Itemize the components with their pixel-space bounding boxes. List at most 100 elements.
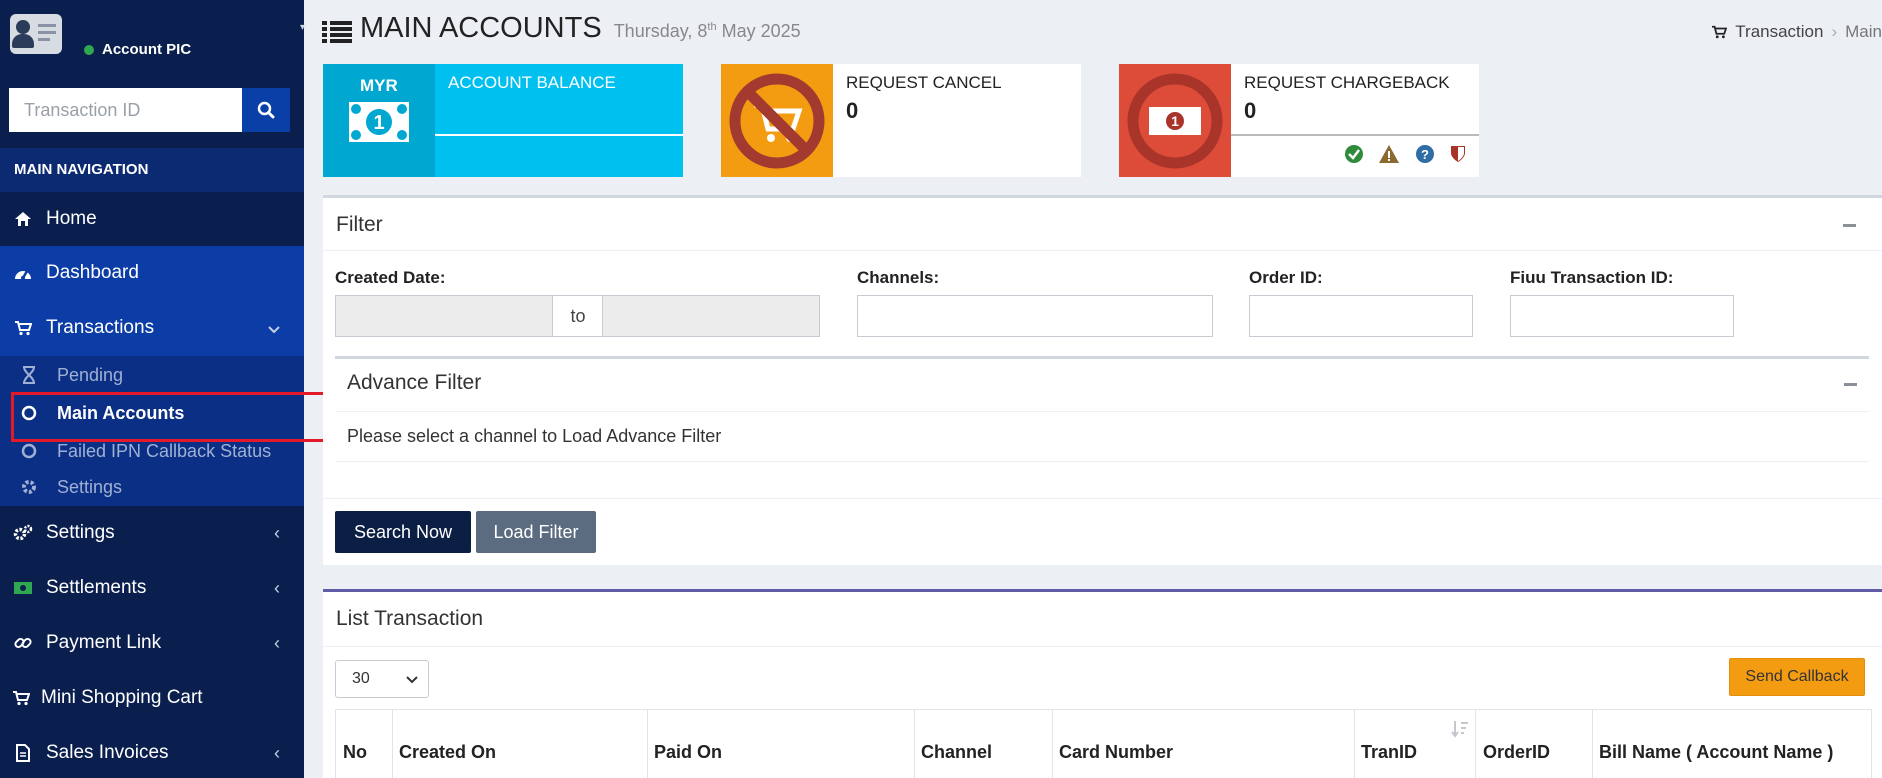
caret-icon[interactable]: ▾ — [300, 22, 305, 33]
submenu-item-pending[interactable]: Pending — [0, 356, 304, 394]
request-chargeback-count: 0 — [1244, 98, 1257, 123]
cart-icon — [12, 691, 30, 706]
created-date-from-input[interactable] — [335, 295, 553, 337]
account-balance-label: ACCOUNT BALANCE — [448, 73, 616, 92]
breadcrumb-transaction[interactable]: Transaction — [1735, 22, 1823, 42]
user-name: Account PIC — [102, 41, 192, 58]
column-header-channel[interactable]: Channel — [921, 742, 992, 763]
currency-label: MYR — [360, 76, 398, 95]
advance-filter-message: Please select a channel to Load Advance … — [347, 426, 722, 446]
sidebar-item-label: Dashboard — [46, 262, 139, 283]
banknote-icon: 1 — [349, 102, 409, 142]
account-balance-box: MYR 1 ACCOUNT BALANCE — [323, 64, 683, 177]
home-icon — [15, 212, 31, 226]
sidebar-item-label: Transactions — [46, 317, 155, 338]
order-id-input[interactable] — [1249, 295, 1473, 337]
sidebar-search — [9, 88, 290, 132]
submenu-item-label: Pending — [57, 364, 124, 385]
advance-filter-box: Advance Filter Please select a channel t… — [335, 356, 1869, 462]
sort-desc-icon[interactable] — [1451, 720, 1469, 738]
user-panel: Account PIC ▾ — [0, 0, 305, 78]
sidebar-item-payment-link[interactable]: Payment Link ‹ — [0, 616, 304, 670]
balance-icon-area: MYR 1 — [323, 64, 435, 177]
channels-input[interactable] — [857, 295, 1213, 337]
sidebar-item-label: Payment Link — [46, 632, 162, 653]
no-cart-icon — [729, 73, 825, 169]
page-size-value: 30 — [352, 670, 370, 687]
content-header: MAIN ACCOUNTS Thursday, 8th May 2025 — [322, 12, 801, 52]
chevron-down-icon — [268, 318, 280, 339]
dashboard-icon — [15, 270, 31, 280]
money-icon — [14, 582, 32, 594]
created-date-label: Created Date: — [335, 268, 446, 287]
cart-icon — [15, 321, 32, 336]
sidebar: Account PIC ▾ MAIN NAVIGATION Home Dashb… — [0, 0, 345, 778]
svg-text:?: ? — [1421, 147, 1429, 162]
order-id-label: Order ID: — [1249, 268, 1323, 287]
column-header-orderid[interactable]: OrderID — [1483, 742, 1550, 763]
chargeback-icon-area: 1 — [1119, 64, 1231, 177]
request-cancel-label: REQUEST CANCEL — [846, 73, 1002, 92]
chevron-down-icon — [406, 676, 418, 684]
nav-header: MAIN NAVIGATION — [0, 148, 304, 192]
request-chargeback-label: REQUEST CHARGEBACK — [1244, 73, 1450, 92]
collapse-advance-filter-icon[interactable] — [1844, 383, 1857, 386]
shield-icon[interactable] — [1449, 144, 1467, 164]
avatar — [10, 14, 62, 54]
submenu-item-label: Failed IPN Callback Status — [57, 440, 272, 461]
submenu-item-label: Settings — [57, 476, 123, 497]
sidebar-item-label: Home — [46, 208, 97, 229]
fiuu-transaction-id-input[interactable] — [1510, 295, 1734, 337]
channels-label: Channels: — [857, 268, 940, 287]
sidebar-item-settlements[interactable]: Settlements ‹ — [0, 561, 304, 615]
svg-text:1: 1 — [1171, 113, 1179, 129]
document-icon — [16, 744, 30, 762]
load-filter-button[interactable]: Load Filter — [476, 511, 596, 553]
page-size-select[interactable]: 30 — [335, 660, 429, 698]
sidebar-item-settings[interactable]: Settings ‹ — [0, 506, 304, 560]
breadcrumb-main: Main — [1845, 22, 1882, 41]
created-date-to-input[interactable] — [602, 295, 820, 337]
breadcrumb: Transaction › Main — [1711, 22, 1882, 42]
sidebar-item-label: Sales Invoices — [46, 742, 169, 763]
search-icon — [257, 101, 275, 119]
column-header-tranid[interactable]: TranID — [1361, 742, 1417, 763]
sidebar-item-transactions[interactable]: Transactions — [0, 300, 304, 356]
page-date: Thursday, 8th May 2025 — [613, 21, 801, 41]
request-chargeback-box: 1 REQUEST CHARGEBACK 0 ? — [1119, 64, 1479, 177]
hourglass-icon — [22, 366, 35, 384]
chevron-left-icon: ‹ — [274, 632, 280, 653]
sidebar-item-mini-shopping-cart[interactable]: Mini Shopping Cart — [0, 671, 304, 725]
column-header-bill-name[interactable]: Bill Name ( Account Name ) — [1599, 742, 1833, 763]
collapse-filter-icon[interactable] — [1843, 224, 1856, 227]
question-circle-icon[interactable]: ? — [1415, 144, 1435, 164]
chevron-left-icon: ‹ — [274, 577, 280, 598]
transaction-search-input[interactable] — [9, 88, 242, 132]
column-header-no[interactable]: No — [343, 742, 367, 763]
search-now-button[interactable]: Search Now — [335, 511, 471, 553]
filter-box: Filter Created Date: to Channels: Order … — [323, 195, 1882, 565]
balance-progress — [435, 134, 683, 136]
cancel-icon-area — [721, 64, 833, 177]
sidebar-item-home[interactable]: Home — [0, 192, 304, 246]
fiuu-transaction-id-label: Fiuu Transaction ID: — [1510, 268, 1674, 287]
warning-icon[interactable] — [1378, 144, 1400, 164]
column-header-paid-on[interactable]: Paid On — [654, 742, 722, 763]
submenu-item-settings[interactable]: Settings — [0, 468, 304, 506]
column-header-card-number[interactable]: Card Number — [1059, 742, 1173, 763]
send-callback-button[interactable]: Send Callback — [1729, 658, 1865, 696]
advance-filter-title: Advance Filter — [347, 371, 482, 394]
request-cancel-box: REQUEST CANCEL 0 — [721, 64, 1081, 177]
chargeback-divider — [1231, 134, 1479, 136]
check-circle-icon[interactable] — [1344, 144, 1364, 164]
sidebar-item-dashboard[interactable]: Dashboard — [0, 246, 304, 300]
breadcrumb-separator: › — [1831, 22, 1838, 41]
chevron-left-icon: ‹ — [274, 522, 280, 543]
column-header-created-on[interactable]: Created On — [399, 742, 496, 763]
circle-icon — [21, 443, 36, 459]
search-button[interactable] — [242, 88, 290, 132]
sidebar-item-sales-invoices[interactable]: Sales Invoices ‹ — [0, 726, 304, 778]
cart-icon — [1712, 25, 1728, 39]
link-icon — [14, 637, 32, 649]
page-title: MAIN ACCOUNTS — [360, 12, 602, 44]
